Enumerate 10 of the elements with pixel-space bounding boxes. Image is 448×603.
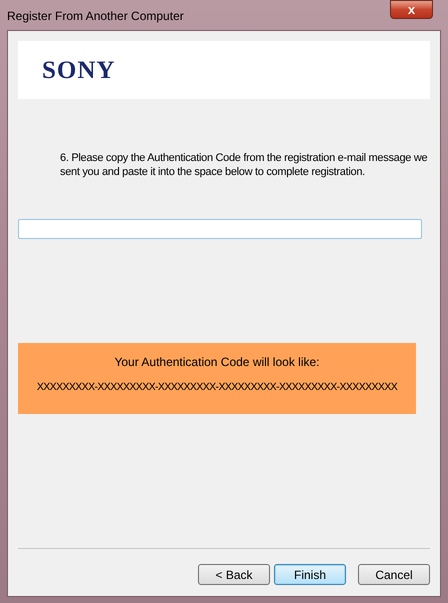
logo: SONY	[42, 58, 116, 82]
dialog-button[interactable]: Finish	[274, 564, 346, 585]
code-input-field[interactable]	[18, 219, 422, 239]
example-code: XXXXXXXXX-XXXXXXXXX-XXXXXXXXX-XXXXXXXXX-XXXXXXXXX-XXXXXXXXX	[36, 380, 398, 394]
dialog-button[interactable]: Cancel	[358, 564, 430, 585]
example-heading: Your Authentication Code will look like:	[114, 355, 320, 369]
close-button[interactable]: x	[390, 0, 433, 19]
window-title: Register From Another Computer	[7, 8, 184, 25]
dialog-button[interactable]: < Back	[198, 564, 270, 585]
instruction-text: 6. Please copy the Authentication Code from the registration e-mail message we sent you and paste it into the space below to complete registration.	[60, 151, 428, 179]
